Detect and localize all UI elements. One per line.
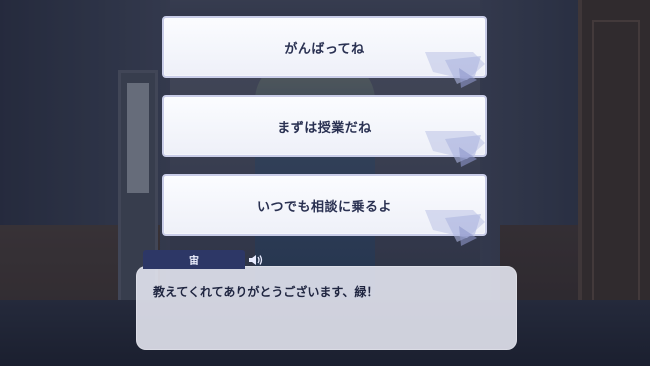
dialogue-box[interactable]	[136, 266, 517, 350]
crystal-decoration-icon	[425, 52, 485, 88]
dialogue-message: 教えてくれてありがとうございます、緑！	[153, 285, 379, 299]
choice-button-1[interactable]: がんばってね	[162, 16, 487, 88]
choice-label: いつでも相談に乗るよ	[256, 199, 392, 215]
crystal-decoration-icon	[425, 210, 485, 246]
speaker-name: 宙	[189, 256, 199, 267]
choice-label: まずは授業だね	[277, 120, 372, 136]
speaker-icon[interactable]	[248, 253, 264, 267]
choice-button-3[interactable]: いつでも相談に乗るよ	[162, 174, 487, 246]
choice-button-2[interactable]: まずは授業だね	[162, 95, 487, 167]
crystal-decoration-icon	[425, 131, 485, 167]
choice-label: がんばってね	[284, 41, 365, 57]
speaker-nameplate: 宙	[143, 250, 245, 269]
